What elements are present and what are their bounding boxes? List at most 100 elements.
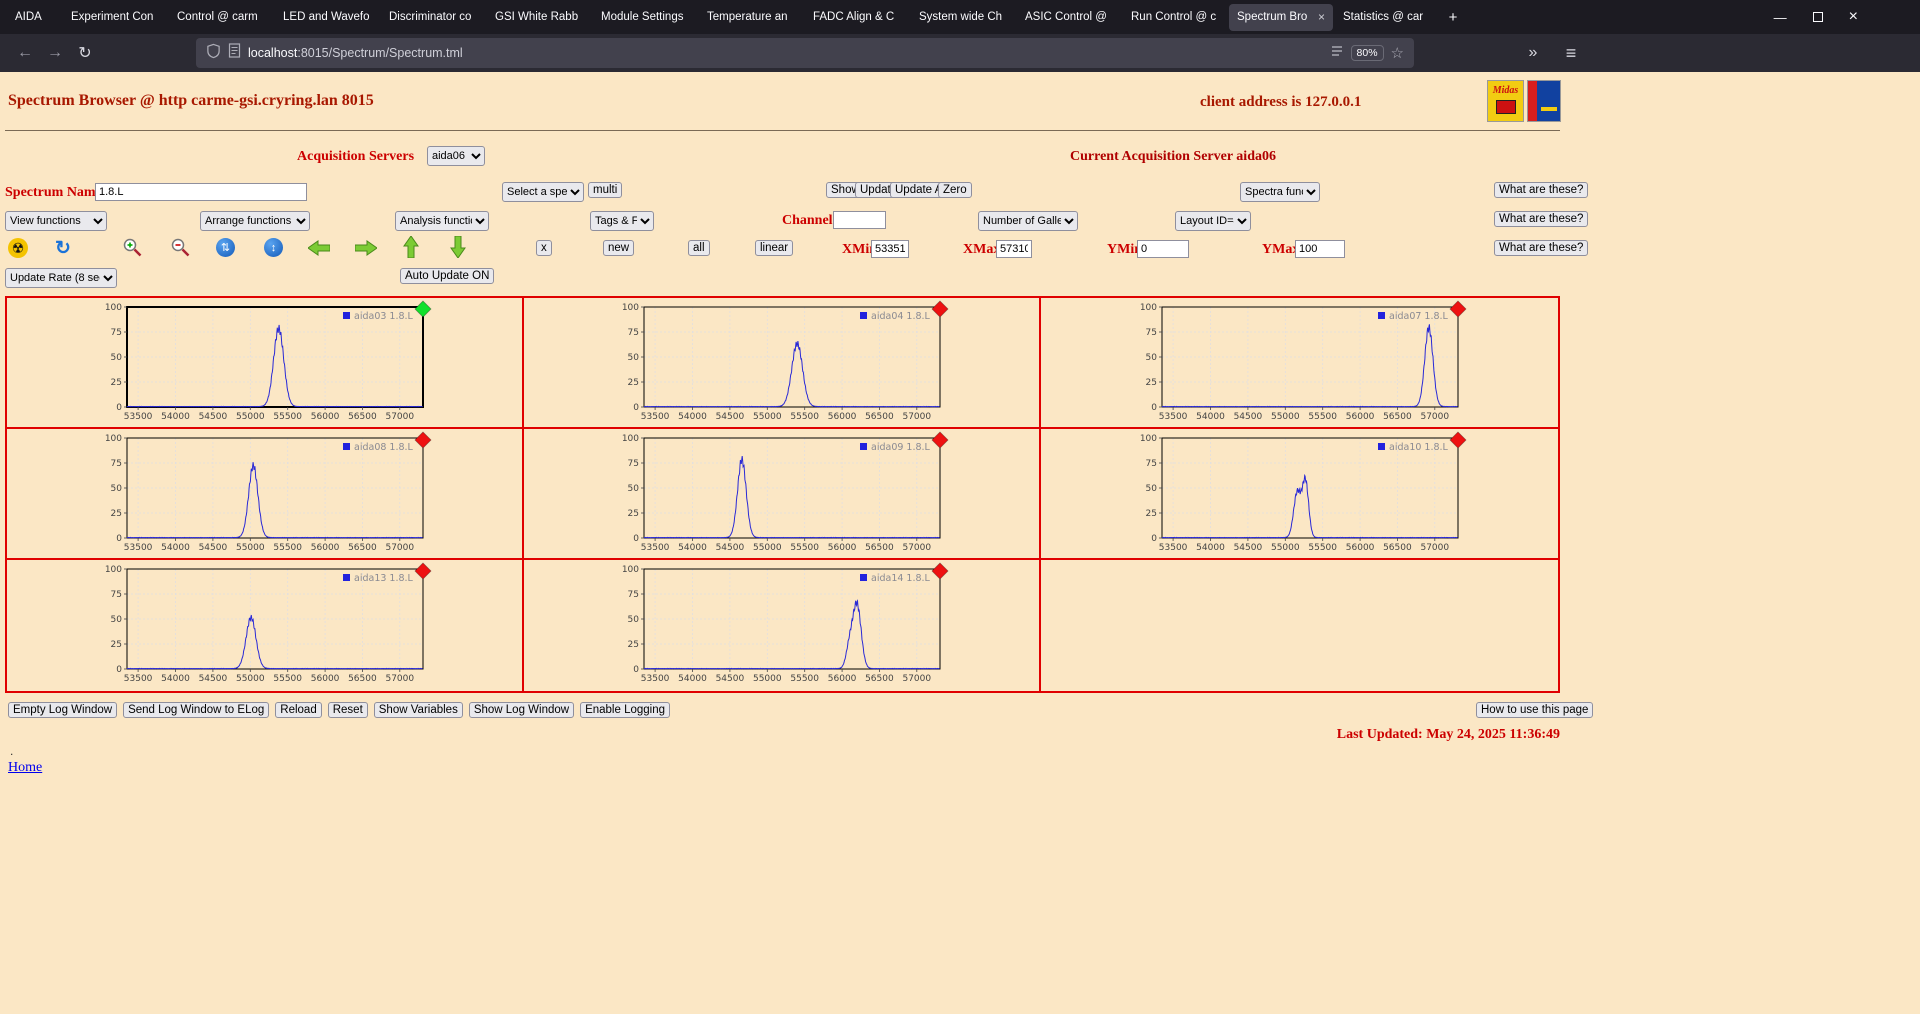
- spectrum-cell-aida03[interactable]: aida03 1.8.L 535005400054500550005550056…: [7, 298, 524, 429]
- all-button[interactable]: all: [688, 240, 710, 256]
- empty-log-window-button[interactable]: Empty Log Window: [8, 702, 117, 718]
- new-button[interactable]: new: [603, 240, 634, 256]
- spectrum-plot[interactable]: aida04 1.8.L 535005400054500550005550056…: [612, 301, 952, 427]
- status-diamond[interactable]: [415, 432, 431, 448]
- status-diamond[interactable]: [415, 301, 431, 317]
- browser-tab-control-carm[interactable]: Control @ carm: [169, 4, 273, 31]
- hamburger-menu-icon[interactable]: ≡: [1556, 38, 1586, 68]
- new-tab-button[interactable]: +: [1440, 4, 1466, 30]
- ymin-input[interactable]: [1137, 240, 1189, 258]
- spectrum-plot[interactable]: aida07 1.8.L 535005400054500550005550056…: [1130, 301, 1470, 427]
- status-diamond[interactable]: [932, 563, 948, 579]
- spectrum-plot[interactable]: aida13 1.8.L 535005400054500550005550056…: [95, 563, 435, 689]
- analysis-functions-select[interactable]: Analysis functions: [395, 211, 489, 231]
- reader-mode-icon[interactable]: [1330, 44, 1344, 63]
- forward-icon[interactable]: →: [40, 38, 70, 68]
- show-variables-button[interactable]: Show Variables: [374, 702, 463, 718]
- spectrum-cell-aida14[interactable]: aida14 1.8.L 535005400054500550005550056…: [524, 560, 1041, 691]
- acquisition-server-select[interactable]: aida06: [427, 146, 485, 166]
- spectrum-cell-aida08[interactable]: aida08 1.8.L 535005400054500550005550056…: [7, 429, 524, 560]
- back-icon[interactable]: ←: [10, 38, 40, 68]
- reset-button[interactable]: Reset: [328, 702, 368, 718]
- minimize-icon[interactable]: —: [1774, 11, 1787, 24]
- status-diamond[interactable]: [1450, 301, 1466, 317]
- zoom-level-badge[interactable]: 80%: [1351, 45, 1384, 61]
- zoom-out-icon[interactable]: [170, 237, 191, 258]
- browser-tab-fadc-align-c[interactable]: FADC Align & C: [805, 4, 909, 31]
- enable-logging-button[interactable]: Enable Logging: [580, 702, 670, 718]
- xmin-input[interactable]: [871, 240, 909, 258]
- number-of-galleries-select[interactable]: Number of Galleries: [978, 211, 1078, 231]
- tab-close-icon[interactable]: ×: [1318, 10, 1325, 24]
- overflow-menu-icon[interactable]: »: [1518, 38, 1548, 68]
- browser-tab-experiment-con[interactable]: Experiment Con: [63, 4, 167, 31]
- browser-tab-run-control-c[interactable]: Run Control @ c: [1123, 4, 1227, 31]
- status-diamond[interactable]: [932, 432, 948, 448]
- arrange-functions-select[interactable]: Arrange functions: [200, 211, 310, 231]
- linear-button[interactable]: linear: [755, 240, 793, 256]
- reload-icon[interactable]: ↻: [70, 38, 100, 68]
- status-diamond[interactable]: [932, 301, 948, 317]
- pan-up-icon[interactable]: [403, 236, 419, 258]
- spectrum-cell-aida09[interactable]: aida09 1.8.L 535005400054500550005550056…: [524, 429, 1041, 560]
- browser-tab-gsi-white-rabb[interactable]: GSI White Rabb: [487, 4, 591, 31]
- home-link[interactable]: Home: [8, 760, 42, 776]
- y-autoscale-icon[interactable]: ⇅: [216, 238, 235, 257]
- url-text[interactable]: localhost:8015/Spectrum/Spectrum.tml: [248, 44, 463, 62]
- ymax-input[interactable]: [1295, 240, 1345, 258]
- url-bar[interactable]: localhost:8015/Spectrum/Spectrum.tml 80%…: [196, 38, 1414, 68]
- what-are-these-button-3[interactable]: What are these?: [1494, 240, 1588, 256]
- spectra-functions-select[interactable]: Spectra functions: [1240, 182, 1320, 202]
- pan-left-icon[interactable]: [308, 240, 330, 256]
- x-axis-button[interactable]: x: [536, 240, 552, 256]
- update-rate-select[interactable]: Update Rate (8 secs): [5, 268, 117, 288]
- spectrum-cell-aida07[interactable]: aida07 1.8.L 535005400054500550005550056…: [1041, 298, 1558, 429]
- view-functions-select[interactable]: View functions: [5, 211, 107, 231]
- channel-input[interactable]: [833, 211, 886, 229]
- send-log-window-to-elog-button[interactable]: Send Log Window to ELog: [123, 702, 269, 718]
- status-diamond[interactable]: [1450, 432, 1466, 448]
- browser-tab-module-settings[interactable]: Module Settings: [593, 4, 697, 31]
- refresh-icon[interactable]: ↻: [52, 237, 74, 259]
- zoom-in-icon[interactable]: [122, 237, 143, 258]
- reload-button[interactable]: Reload: [275, 702, 321, 718]
- pan-right-icon[interactable]: [355, 240, 377, 256]
- tags-fits-select[interactable]: Tags & Fits: [590, 211, 654, 231]
- zero-button[interactable]: Zero: [938, 182, 972, 198]
- multi-button[interactable]: multi: [588, 182, 622, 198]
- browser-tab-temperature-an[interactable]: Temperature an: [699, 4, 803, 31]
- what-are-these-button-2[interactable]: What are these?: [1494, 211, 1588, 227]
- browser-tab-asic-control[interactable]: ASIC Control @: [1017, 4, 1121, 31]
- spectrum-plot[interactable]: aida09 1.8.L 535005400054500550005550056…: [612, 432, 952, 558]
- spectrum-plot[interactable]: aida08 1.8.L 535005400054500550005550056…: [95, 432, 435, 558]
- spectrum-cell-aida04[interactable]: aida04 1.8.L 535005400054500550005550056…: [524, 298, 1041, 429]
- layout-id-select[interactable]: Layout ID=4: [1175, 211, 1251, 231]
- close-window-icon[interactable]: ×: [1849, 9, 1858, 25]
- browser-tab-spectrum-bro[interactable]: Spectrum Bro×: [1229, 4, 1333, 31]
- spectrum-plot[interactable]: aida14 1.8.L 535005400054500550005550056…: [612, 563, 952, 689]
- browser-tab-led-and-wavefo[interactable]: LED and Wavefo: [275, 4, 379, 31]
- shield-icon[interactable]: [206, 43, 221, 64]
- browser-tab-discriminator-co[interactable]: Discriminator co: [381, 4, 485, 31]
- spectrum-name-input[interactable]: [95, 183, 307, 201]
- what-are-these-button-1[interactable]: What are these?: [1494, 182, 1588, 198]
- spectrum-plot[interactable]: aida03 1.8.L 535005400054500550005550056…: [95, 301, 435, 427]
- xmax-input[interactable]: [996, 240, 1032, 258]
- maximize-icon[interactable]: [1813, 12, 1823, 22]
- bookmark-star-icon[interactable]: ☆: [1391, 44, 1404, 62]
- pan-down-icon[interactable]: [450, 236, 466, 258]
- browser-tab-system-wide-ch[interactable]: System wide Ch: [911, 4, 1015, 31]
- page-info-icon[interactable]: [228, 43, 241, 63]
- spectrum-cell-aida10[interactable]: aida10 1.8.L 535005400054500550005550056…: [1041, 429, 1558, 560]
- status-diamond[interactable]: [415, 563, 431, 579]
- y-fullscale-icon[interactable]: ↕: [264, 238, 283, 257]
- radioactive-source-icon[interactable]: ☢: [8, 238, 28, 258]
- spectrum-cell-aida13[interactable]: aida13 1.8.L 535005400054500550005550056…: [7, 560, 524, 691]
- how-to-use-button[interactable]: How to use this page: [1476, 702, 1593, 718]
- spectrum-plot[interactable]: aida10 1.8.L 535005400054500550005550056…: [1130, 432, 1470, 558]
- browser-tab-statistics-car[interactable]: Statistics @ car: [1335, 4, 1439, 31]
- browser-tab-aida[interactable]: AIDA: [7, 4, 61, 31]
- show-log-window-button[interactable]: Show Log Window: [469, 702, 574, 718]
- select-a-spectrum-select[interactable]: Select a spectrum: [502, 182, 584, 202]
- auto-update-button[interactable]: Auto Update ON: [400, 268, 494, 284]
